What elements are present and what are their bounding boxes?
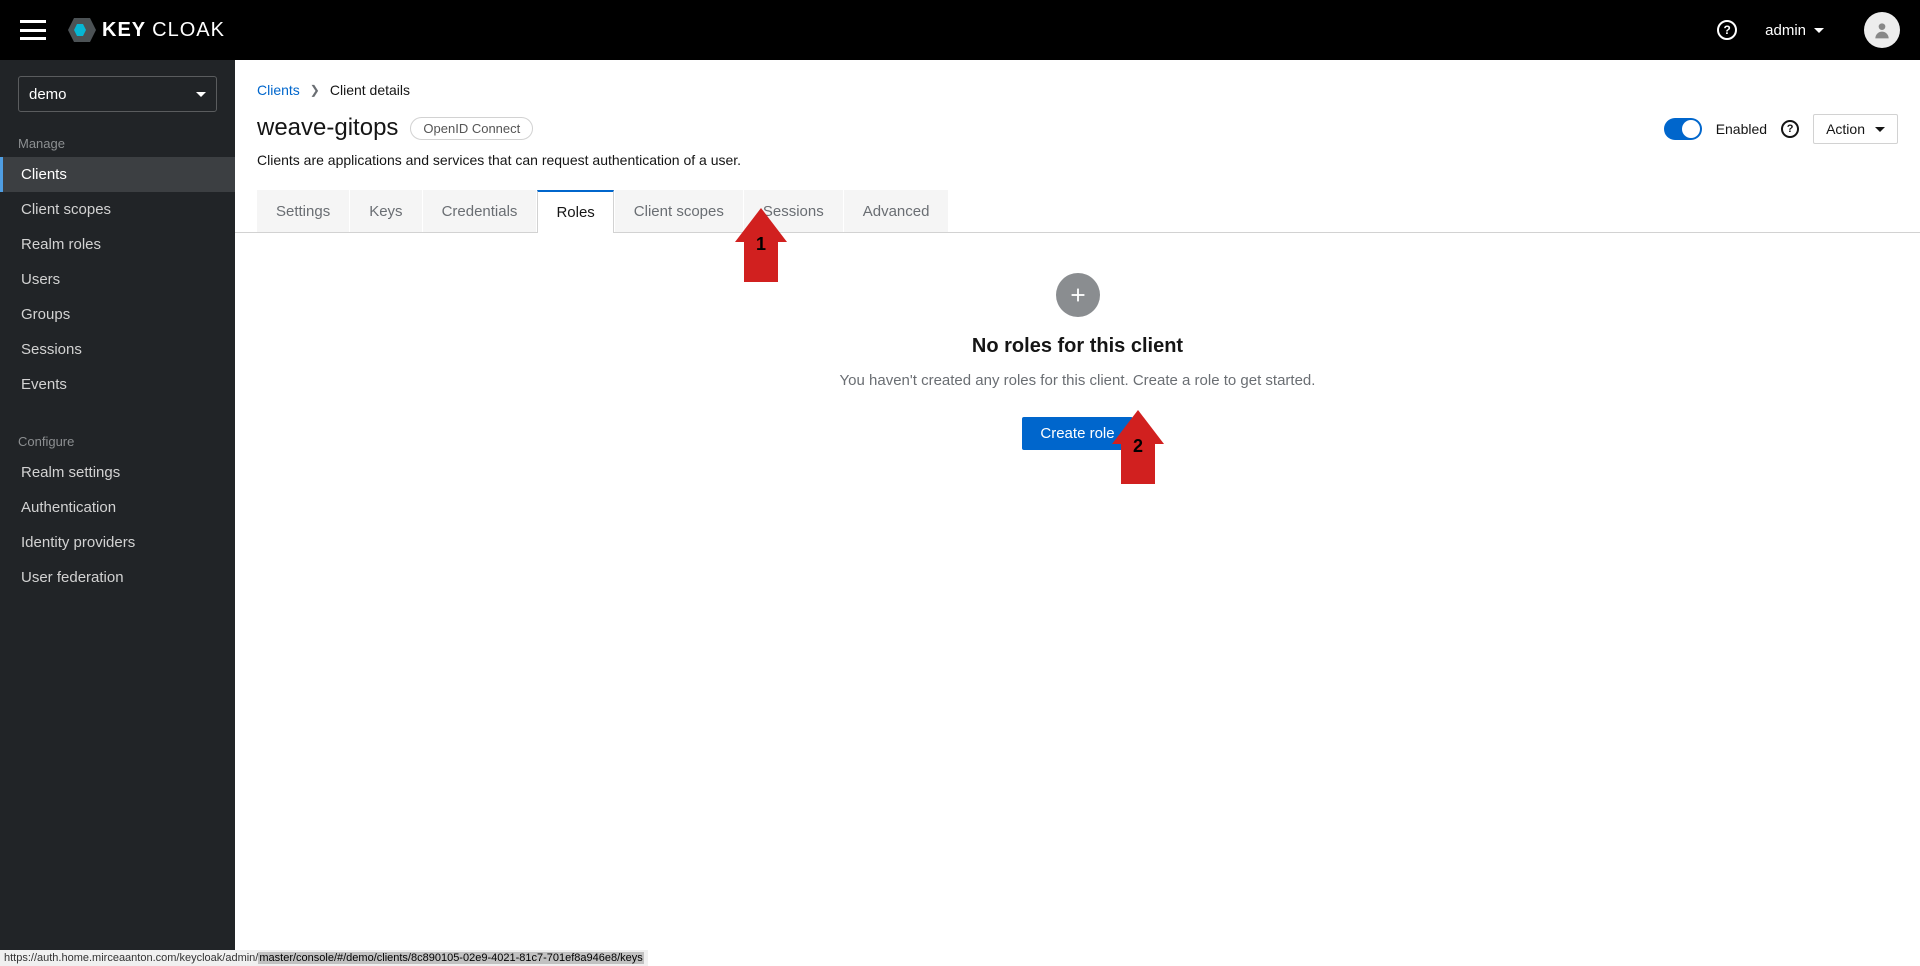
breadcrumb-clients[interactable]: Clients <box>257 82 300 98</box>
sidebar-item-user-federation[interactable]: User federation <box>0 560 235 595</box>
brand-logo[interactable]: KEY CLOAK <box>68 18 225 42</box>
tab-settings[interactable]: Settings <box>257 190 349 232</box>
annotation-arrow-2: 2 <box>1112 410 1164 484</box>
page-description: Clients are applications and services th… <box>257 152 741 168</box>
help-icon[interactable]: ? <box>1781 120 1799 138</box>
url-highlight: master/console/#/demo/clients/8c890105-0… <box>258 952 643 964</box>
protocol-chip: OpenID Connect <box>410 117 533 140</box>
enabled-toggle[interactable] <box>1664 118 1702 140</box>
chevron-down-icon <box>1875 127 1885 132</box>
empty-state: No roles for this client You haven't cre… <box>235 233 1920 490</box>
keycloak-icon <box>68 18 96 42</box>
annotation-label-1: 1 <box>756 234 766 255</box>
sidebar-item-users[interactable]: Users <box>0 262 235 297</box>
plus-circle-icon <box>1056 273 1100 317</box>
hamburger-icon[interactable] <box>20 20 46 40</box>
action-dropdown[interactable]: Action <box>1813 114 1898 144</box>
chevron-down-icon <box>196 92 206 97</box>
topbar: KEY CLOAK ? admin <box>0 0 1920 60</box>
action-label: Action <box>1826 121 1865 137</box>
url-prefix: https://auth.home.mirceaanton.com/keyclo… <box>4 952 258 964</box>
user-label: admin <box>1765 22 1806 39</box>
chevron-right-icon: ❯ <box>310 83 320 97</box>
brand-strong: KEY <box>102 19 146 42</box>
tab-advanced[interactable]: Advanced <box>844 190 949 232</box>
sidebar-item-sessions[interactable]: Sessions <box>0 332 235 367</box>
tab-client-scopes[interactable]: Client scopes <box>615 190 743 232</box>
sidebar-item-clients[interactable]: Clients <box>0 157 235 192</box>
tab-roles[interactable]: Roles <box>537 190 613 233</box>
annotation-arrow-1: 1 <box>735 208 787 282</box>
breadcrumb: Clients ❯ Client details <box>257 82 1898 98</box>
empty-title: No roles for this client <box>972 335 1183 358</box>
sidebar-item-authentication[interactable]: Authentication <box>0 490 235 525</box>
sidebar-item-client-scopes[interactable]: Client scopes <box>0 192 235 227</box>
sidebar: demo Manage Clients Client scopes Realm … <box>0 60 235 966</box>
empty-text: You haven't created any roles for this c… <box>840 372 1316 389</box>
section-configure: Configure <box>0 424 235 455</box>
tab-credentials[interactable]: Credentials <box>423 190 537 232</box>
realm-name: demo <box>29 86 67 103</box>
help-icon[interactable]: ? <box>1717 20 1737 40</box>
tab-keys[interactable]: Keys <box>350 190 421 232</box>
section-manage: Manage <box>0 126 235 157</box>
user-menu[interactable]: admin <box>1765 22 1824 39</box>
sidebar-item-events[interactable]: Events <box>0 367 235 402</box>
chevron-down-icon <box>1814 28 1824 33</box>
main: Clients ❯ Client details weave-gitops Op… <box>235 60 1920 966</box>
tabs: Settings Keys Credentials Roles Client s… <box>235 190 1920 233</box>
status-url: https://auth.home.mirceaanton.com/keyclo… <box>0 950 648 966</box>
annotation-label-2: 2 <box>1133 436 1143 457</box>
enabled-label: Enabled <box>1716 121 1767 137</box>
avatar[interactable] <box>1864 12 1900 48</box>
sidebar-item-identity-providers[interactable]: Identity providers <box>0 525 235 560</box>
page-title: weave-gitops <box>257 114 398 142</box>
brand-light: CLOAK <box>152 19 225 42</box>
realm-selector[interactable]: demo <box>18 76 217 112</box>
sidebar-item-realm-roles[interactable]: Realm roles <box>0 227 235 262</box>
sidebar-item-realm-settings[interactable]: Realm settings <box>0 455 235 490</box>
breadcrumb-current: Client details <box>330 82 410 98</box>
sidebar-item-groups[interactable]: Groups <box>0 297 235 332</box>
